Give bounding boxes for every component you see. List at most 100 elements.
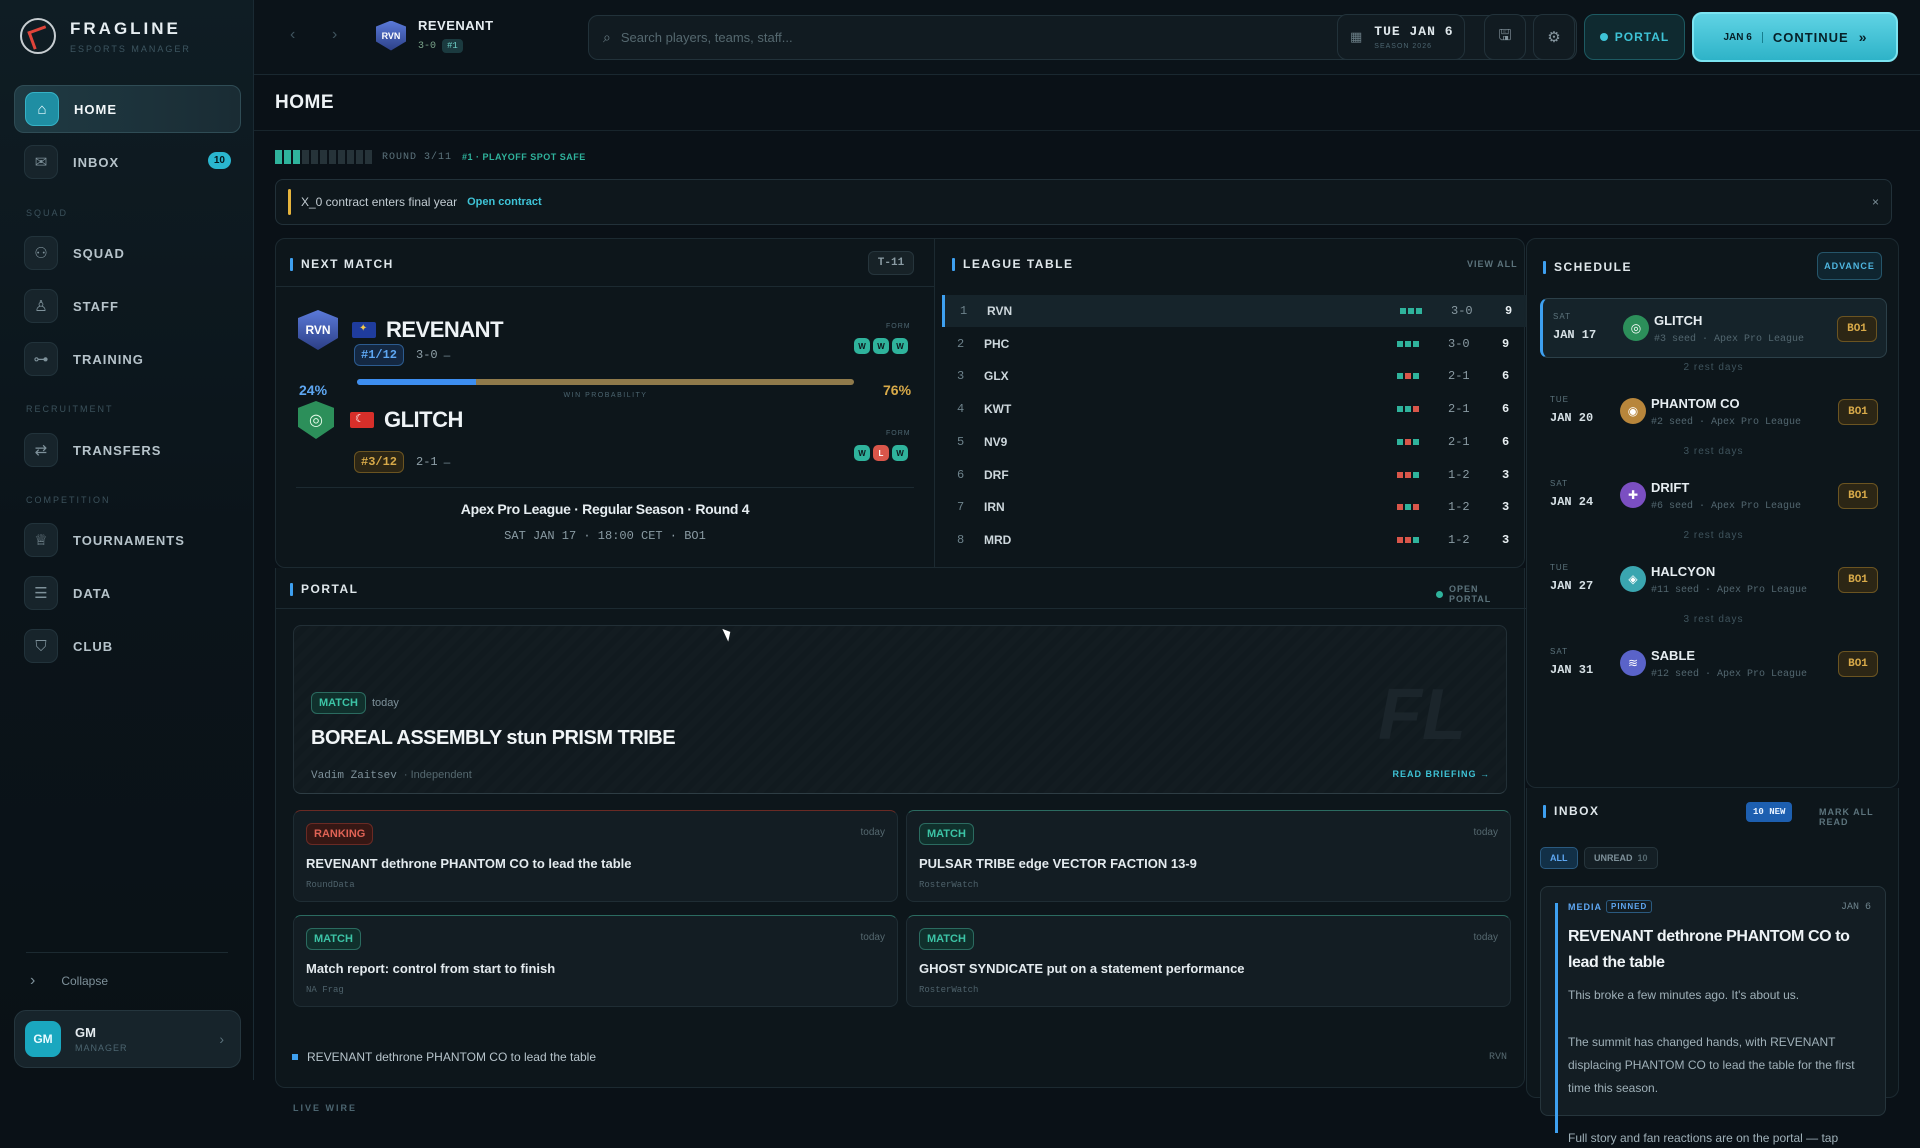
open-contract-link[interactable]: Open contract <box>467 196 542 208</box>
continue-button[interactable]: JAN 6 CONTINUE » <box>1692 12 1898 62</box>
schedule-item[interactable]: SAT JAN 31 ≋ SABLE #12 seed · Apex Pro Leagu… <box>1540 634 1887 694</box>
save-icon: 🖫 <box>1498 26 1512 44</box>
round-progress: ROUND 3/11 #1 · PLAYOFF SPOT SAFE <box>275 150 586 164</box>
form-result: W <box>892 445 908 461</box>
opponent-crest-icon: ✚ <box>1620 482 1646 508</box>
form-label: FORM <box>886 430 911 437</box>
user-role: MANAGER <box>75 1043 128 1053</box>
round-text: ROUND 3/11 <box>382 151 453 163</box>
nav-inbox[interactable]: ✉ INBOX 10 <box>14 138 241 186</box>
round-progress-segment <box>356 150 363 164</box>
section-label-recruitment: RECRUITMENT <box>26 404 114 414</box>
news-time: today <box>860 827 885 838</box>
save-button[interactable]: 🖫 <box>1484 14 1526 60</box>
match-date: JAN 31 <box>1550 663 1594 677</box>
form-result <box>1408 308 1414 314</box>
match-time: SAT JAN 17 · 18:00 CET · BO1 <box>504 529 706 543</box>
open-portal-link[interactable]: OPEN PORTAL <box>1436 584 1524 604</box>
message-category: MEDIA <box>1568 902 1602 912</box>
row-record: 2-1 <box>1448 434 1470 449</box>
row-points: 6 <box>1502 402 1510 417</box>
filter-unread-tab[interactable]: UNREAD 10 <box>1584 847 1658 869</box>
advance-button[interactable]: ADVANCE <box>1817 252 1882 280</box>
nav-data[interactable]: ☰ DATA <box>14 569 241 617</box>
schedule-panel: SCHEDULE ADVANCE SAT JAN 17 ◎ GLITCH #3 seed… <box>1526 238 1899 788</box>
nav-transfers[interactable]: ⇄ TRANSFERS <box>14 426 241 474</box>
table-row[interactable]: 2 PHC 3-0 9 <box>942 328 1526 360</box>
form-result <box>1397 340 1403 347</box>
round-progress-segment <box>329 150 336 164</box>
nav-training[interactable]: ⊶ TRAINING <box>14 335 241 383</box>
current-team-chip[interactable]: RVN REVENANT 3-0 #1 <box>376 18 494 53</box>
round-progress-segment <box>365 150 372 164</box>
table-row[interactable]: 5 NV9 2-1 6 <box>942 426 1526 458</box>
collapse-label: Collapse <box>61 974 109 988</box>
filter-all-tab[interactable]: ALL <box>1540 847 1578 869</box>
nav-inbox-label: INBOX <box>73 154 120 170</box>
news-card[interactable]: MATCH today PULSAR TRIBE edge VECTOR FACTI… <box>906 810 1511 902</box>
row-team: RVN <box>987 304 1013 318</box>
story-byline: Vadim Zaitsev · Independent <box>311 769 472 782</box>
schedule-item[interactable]: TUE JAN 20 ◉ PHANTOM CO #2 seed · Apex Pro L… <box>1540 382 1887 442</box>
close-icon[interactable]: × <box>1872 195 1879 209</box>
opponent-name: GLITCH <box>1654 313 1703 328</box>
back-arrow-icon[interactable]: ‹ <box>290 26 295 44</box>
home-record: 3-0 <box>416 348 438 362</box>
nav-tournaments[interactable]: ♕ TOURNAMENTS <box>14 516 241 564</box>
season-label: SEASON 2026 <box>1374 43 1432 50</box>
nav-staff[interactable]: ♙ STAFF <box>14 282 241 330</box>
app-logo[interactable]: FRAGLINE ESPORTS MANAGER <box>20 18 191 54</box>
view-all-link[interactable]: VIEW ALL <box>1467 259 1518 269</box>
mark-all-read-button[interactable]: MARK ALL READ <box>1819 807 1898 827</box>
form-result <box>1397 504 1403 511</box>
inbox-message[interactable]: MEDIA PINNED JAN 6 REVENANT dethrone PHA… <box>1540 886 1886 1145</box>
table-row[interactable]: 8 MRD 1-2 3 <box>942 524 1526 556</box>
table-row[interactable]: 7 IRN 1-2 3 <box>942 491 1526 523</box>
news-card[interactable]: MATCH today GHOST SYNDICATE put on a state… <box>906 915 1511 1007</box>
schedule-item[interactable]: SAT JAN 24 ✚ DRIFT #6 seed · Apex Pro League… <box>1540 466 1887 526</box>
form-result <box>1397 406 1403 413</box>
news-card[interactable]: MATCH today Match report: control from sta… <box>293 915 898 1007</box>
news-card[interactable]: RANKING today REVENANT dethrone PHANTOM CO… <box>293 810 898 902</box>
home-form-dots: WWW <box>851 338 908 354</box>
row-points: 9 <box>1502 336 1510 351</box>
forward-arrow-icon[interactable]: › <box>332 26 337 44</box>
news-headline: GHOST SYNDICATE put on a statement perfo… <box>919 961 1245 976</box>
match-league-panel: NEXT MATCH T-11 RVN ✦ REVENANT #1/12 3-0… <box>275 238 1526 569</box>
nav-club[interactable]: ⛉ CLUB <box>14 622 241 670</box>
match-date: JAN 24 <box>1550 495 1594 509</box>
form-result <box>1397 438 1403 445</box>
trophy-icon: ♕ <box>24 523 58 557</box>
collapse-button[interactable]: › Collapse <box>30 972 108 990</box>
live-dot-icon <box>1436 590 1443 598</box>
away-team[interactable]: ◎ ☾ GLITCH <box>298 401 463 439</box>
mail-icon: ✉ <box>24 145 58 179</box>
form-result <box>1397 471 1403 478</box>
match-format-badge: BO1 <box>1838 651 1878 677</box>
table-row[interactable]: 4 KWT 2-1 6 <box>942 393 1526 425</box>
round-progress-bar <box>275 150 374 164</box>
form-result <box>1405 471 1411 478</box>
opponent-meta: #6 seed · Apex Pro League <box>1651 501 1802 512</box>
table-row[interactable]: 1 RVN 3-0 9 <box>942 295 1526 327</box>
featured-story[interactable]: FL MATCH today BOREAL ASSEMBLY stun PRIS… <box>293 625 1507 794</box>
settings-button[interactable]: ⚙ <box>1533 14 1575 60</box>
portal-button[interactable]: PORTAL <box>1584 14 1685 60</box>
nav-squad[interactable]: ⚇ SQUAD <box>14 229 241 277</box>
form-result <box>1413 406 1419 413</box>
nav-home[interactable]: ⌂ HOME <box>14 85 241 133</box>
table-row[interactable]: 3 GLX 2-1 6 <box>942 360 1526 392</box>
row-record: 1-2 <box>1448 467 1470 482</box>
match-format-badge: BO1 <box>1838 399 1878 425</box>
user-profile-card[interactable]: GM GM MANAGER › <box>14 1010 241 1068</box>
schedule-item[interactable]: SAT JAN 17 ◎ GLITCH #3 seed · Apex Pro Leagu… <box>1540 298 1887 358</box>
table-row[interactable]: 6 DRF 1-2 3 <box>942 459 1526 491</box>
date-display[interactable]: ▦ TUE JAN 6 SEASON 2026 <box>1337 14 1465 60</box>
opponent-name: PHANTOM CO <box>1651 396 1740 411</box>
current-team-name: REVENANT <box>418 18 494 33</box>
user-name: GM <box>75 1025 96 1040</box>
read-briefing-link[interactable]: READ BRIEFING → <box>1392 769 1490 779</box>
continue-label: CONTINUE <box>1772 29 1849 45</box>
schedule-item[interactable]: TUE JAN 27 ◈ HALCYON #11 seed · Apex Pro Lea… <box>1540 550 1887 610</box>
live-wire-item[interactable]: REVENANT dethrone PHANTOM CO to lead the… <box>292 1050 1507 1064</box>
